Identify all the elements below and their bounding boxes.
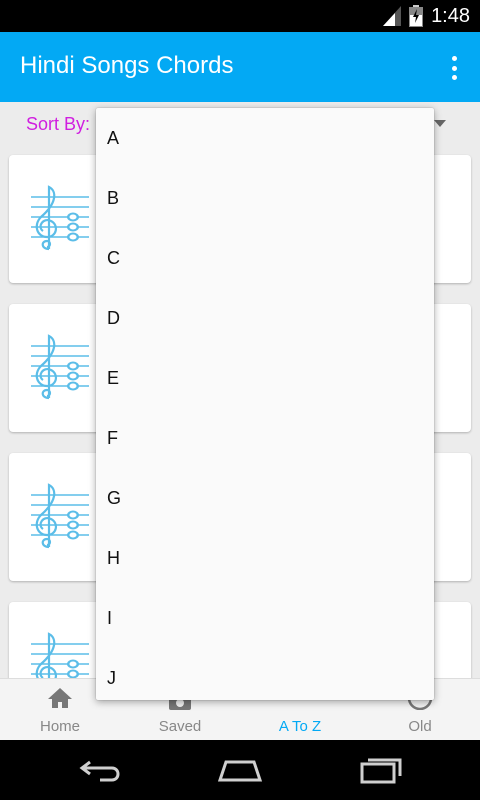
home-nav-icon[interactable] — [216, 754, 264, 786]
dropdown-item-f[interactable]: F — [96, 408, 434, 468]
signal-icon — [383, 6, 402, 26]
nav-label: A To Z — [278, 718, 322, 735]
nav-label: Home — [39, 718, 80, 735]
nav-label: Saved — [158, 718, 202, 735]
dropdown-item-c[interactable]: C — [96, 228, 434, 288]
app-title: Hindi Songs Chords — [20, 52, 234, 79]
dropdown-item-h[interactable]: H — [96, 528, 434, 588]
sort-label: Sort By: — [26, 114, 91, 134]
status-bar: 1:48 — [0, 0, 480, 32]
spinner-arrow-icon[interactable] — [434, 120, 446, 127]
overflow-menu-icon[interactable] — [442, 54, 466, 82]
sort-dropdown: A B C D E F G H I J — [96, 108, 434, 700]
clock: 1:48 — [431, 4, 470, 27]
recent-apps-icon[interactable] — [356, 754, 404, 786]
nav-label: Old — [408, 718, 432, 735]
dropdown-item-g[interactable]: G — [96, 468, 434, 528]
home-icon — [48, 688, 72, 708]
back-icon[interactable] — [76, 754, 124, 786]
dropdown-item-b[interactable]: B — [96, 168, 434, 228]
dropdown-item-d[interactable]: D — [96, 288, 434, 348]
app-bar: Hindi Songs Chords — [0, 32, 480, 102]
music-note-icon — [31, 334, 89, 400]
battery-icon — [409, 5, 424, 27]
dropdown-item-a[interactable]: A — [96, 108, 434, 168]
dropdown-item-j[interactable]: J — [96, 648, 434, 700]
music-note-icon — [31, 185, 89, 251]
dropdown-item-e[interactable]: E — [96, 348, 434, 408]
music-note-icon — [31, 483, 89, 549]
system-nav-bar — [0, 740, 480, 800]
status-icons: 1:48 — [383, 0, 470, 32]
dropdown-item-i[interactable]: I — [96, 588, 434, 648]
